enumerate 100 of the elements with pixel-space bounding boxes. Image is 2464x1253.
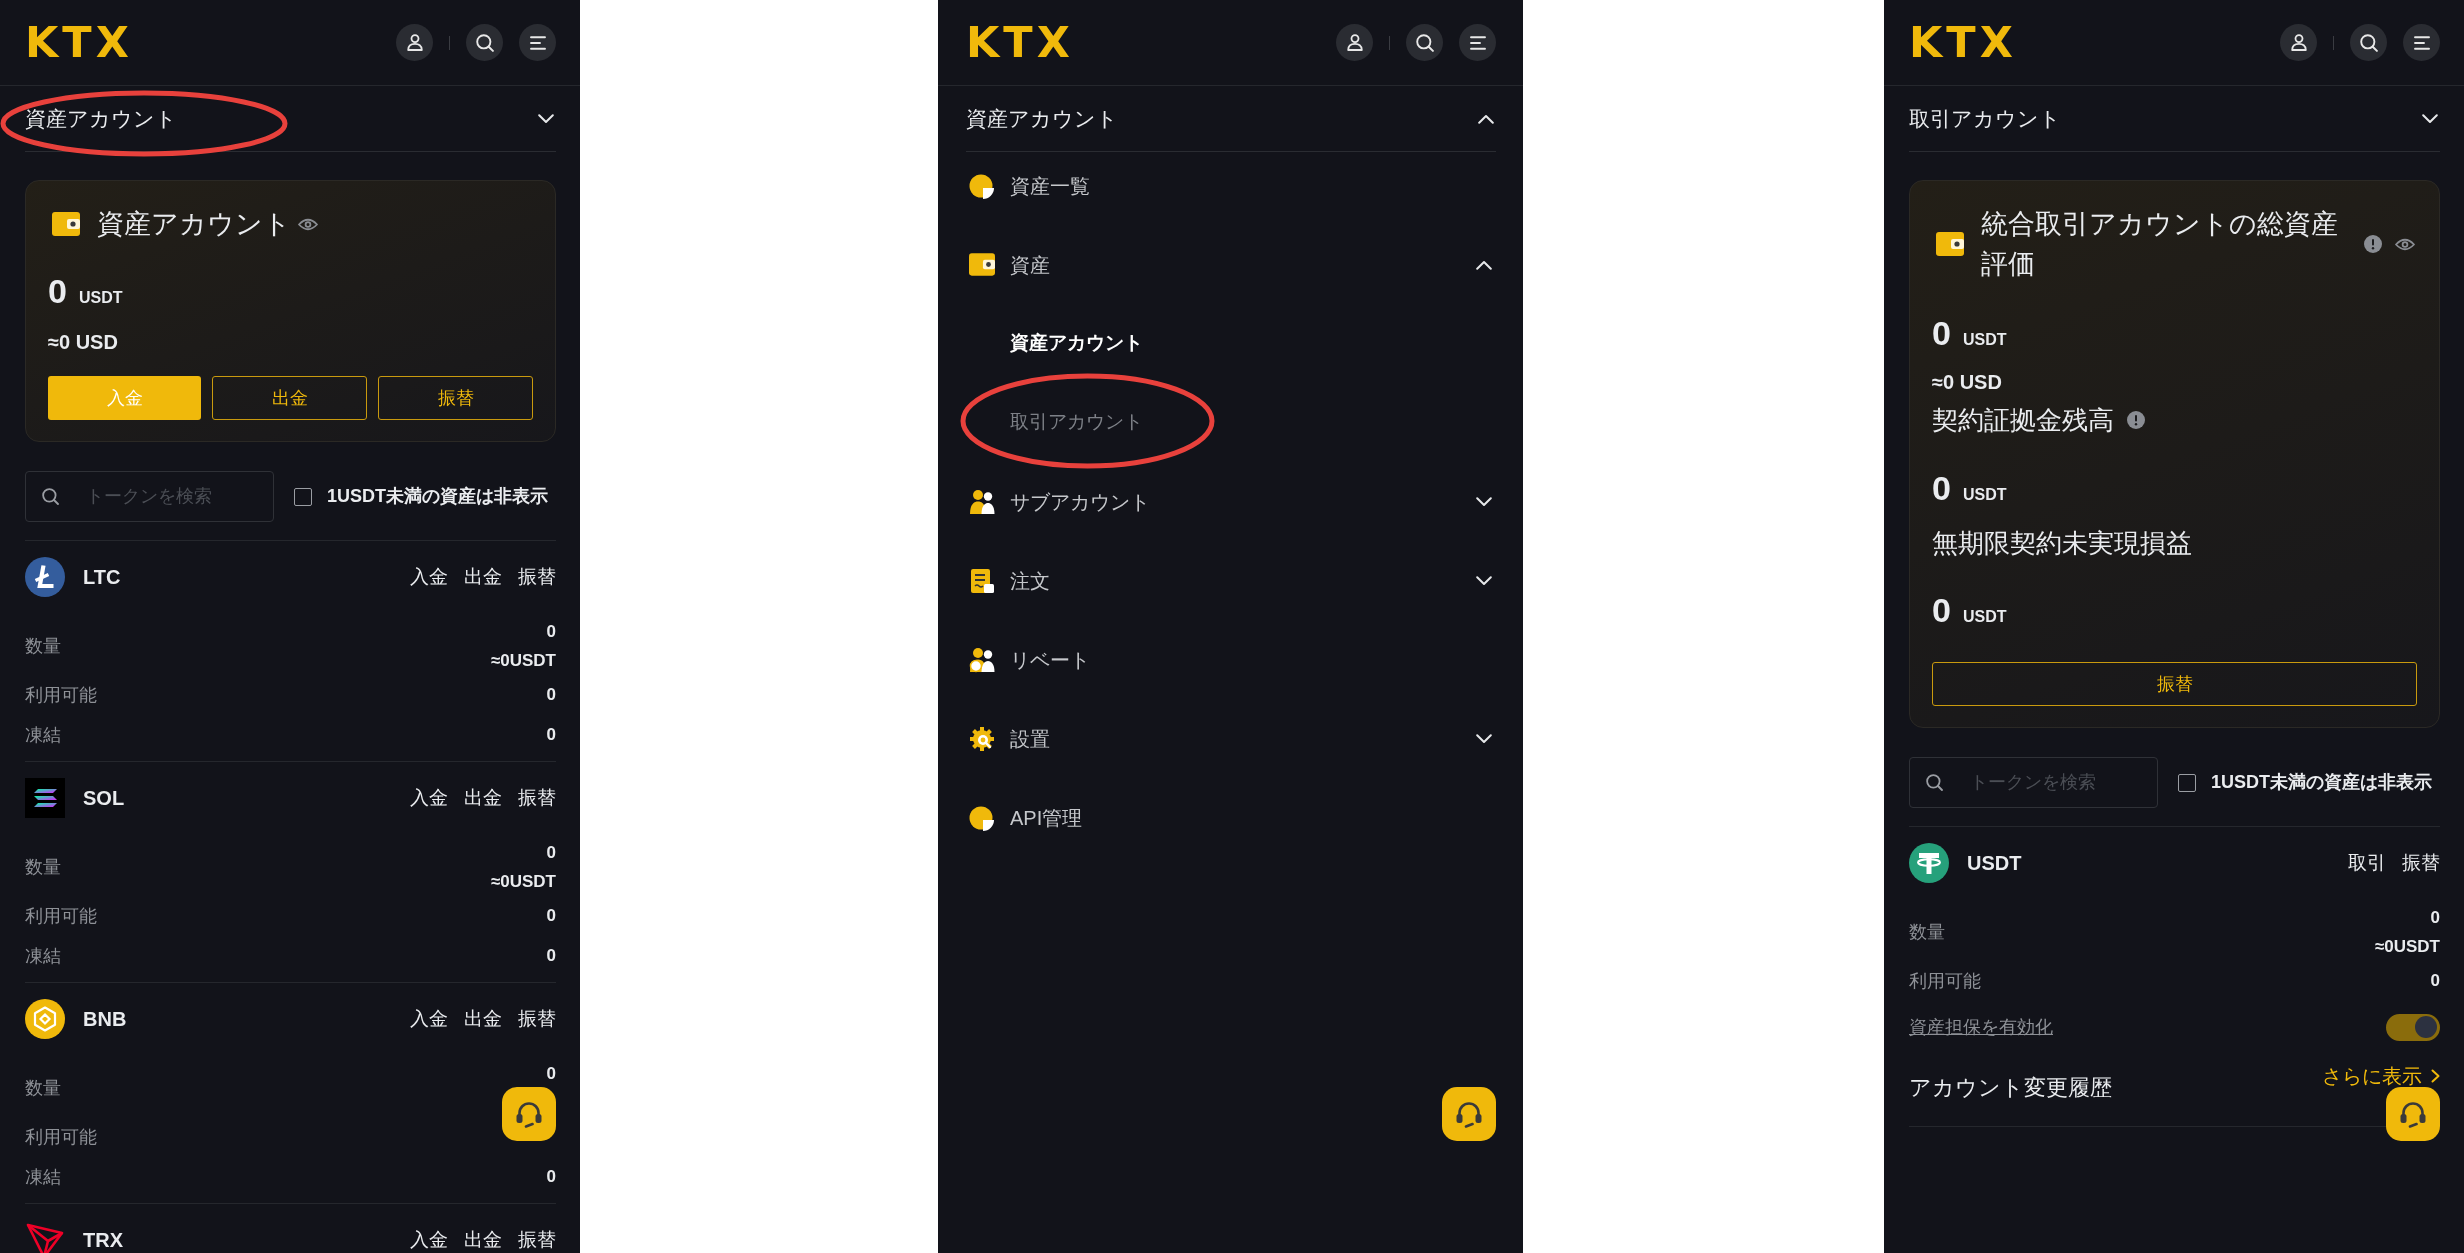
- asset-action-link[interactable]: 取引: [2348, 848, 2386, 878]
- ktx-logo[interactable]: KTX: [966, 21, 1074, 64]
- row-value: ≈0USDT: [2374, 936, 2440, 958]
- ktx-logo[interactable]: KTX: [25, 21, 133, 64]
- asset-action-link[interactable]: 出金: [464, 562, 502, 592]
- ktx-logo[interactable]: KTX: [1909, 21, 2017, 64]
- asset-action-link[interactable]: 振替: [2402, 848, 2440, 878]
- card-title: 資産アカウント: [97, 210, 291, 238]
- menu-item[interactable]: サブアカウント: [966, 462, 1496, 541]
- profile-button[interactable]: [1336, 24, 1373, 61]
- menu-icon: [529, 35, 546, 50]
- support-button[interactable]: [2386, 1087, 2440, 1141]
- profile-button[interactable]: [2280, 24, 2317, 61]
- toggle-switch[interactable]: [2386, 1013, 2440, 1041]
- pie-chart-icon: [968, 172, 995, 199]
- balance-amount: 0: [48, 272, 67, 310]
- account-dropdown[interactable]: 取引アカウント: [1909, 86, 2440, 152]
- eye-icon[interactable]: [2395, 237, 2415, 251]
- row-label: 利用可能: [1909, 969, 1981, 993]
- row-label: 凍結: [25, 723, 61, 747]
- row-label: 利用可能: [25, 904, 97, 928]
- checkbox[interactable]: [294, 487, 312, 506]
- asset-action-link[interactable]: 入金: [410, 1004, 448, 1034]
- profile-button[interactable]: [396, 24, 433, 61]
- search-button[interactable]: [1406, 24, 1443, 61]
- search-icon: [1415, 33, 1434, 52]
- search-icon: [2359, 33, 2378, 52]
- checkbox-label: 1USDT未満の資産は非表示: [327, 485, 548, 508]
- outline-button[interactable]: 出金: [212, 376, 367, 420]
- outline-button[interactable]: 振替: [1932, 662, 2417, 706]
- row-value: 0: [546, 724, 556, 747]
- row-value: ≈0USDT: [490, 650, 556, 672]
- row-label: 数量: [25, 1076, 61, 1100]
- row-label: 数量: [25, 634, 61, 658]
- row-label: 利用可能: [25, 683, 97, 707]
- usd-value: ≈0 USD: [48, 330, 119, 355]
- headset-icon: [2398, 1100, 2428, 1128]
- search-field[interactable]: トークンを検索: [25, 471, 274, 522]
- info-icon[interactable]: [2364, 235, 2382, 253]
- outline-button[interactable]: 振替: [378, 376, 533, 420]
- card-title: 統合取引アカウントの総資産評価: [1981, 208, 2339, 281]
- menu-item[interactable]: 資産: [966, 225, 1496, 304]
- asset-action-link[interactable]: 振替: [518, 562, 556, 592]
- coin-symbol: TRX: [83, 1228, 123, 1253]
- asset-action-link[interactable]: 振替: [518, 783, 556, 813]
- usd-value: ≈0 USD: [1932, 370, 2003, 395]
- checkbox-label: 1USDT未満の資産は非表示: [2211, 771, 2432, 794]
- chevron-right-icon: [2431, 1069, 2440, 1083]
- checkbox[interactable]: [2178, 773, 2196, 792]
- menu-button[interactable]: [1459, 24, 1496, 61]
- bnb-icon: [25, 999, 65, 1039]
- balance-unit: USDT: [1962, 607, 2007, 627]
- user-icon: [2290, 34, 2307, 51]
- submenu-item[interactable]: 資産アカウント: [966, 304, 1496, 383]
- asset-action-link[interactable]: 出金: [464, 1225, 502, 1253]
- row-value: 0: [546, 1063, 556, 1085]
- support-button[interactable]: [1442, 1087, 1496, 1141]
- row-label: 数量: [25, 855, 61, 879]
- account-dropdown[interactable]: 資産アカウント: [966, 86, 1496, 152]
- balance-amount: 0: [1932, 314, 1951, 352]
- eye-icon[interactable]: [298, 217, 318, 231]
- search-icon: [475, 33, 494, 52]
- balance-unit: USDT: [1962, 485, 2007, 505]
- search-button[interactable]: [2350, 24, 2387, 61]
- row-label: 数量: [1909, 920, 1945, 944]
- menu-button[interactable]: [519, 24, 556, 61]
- menu-item[interactable]: 設置: [966, 699, 1496, 778]
- asset-action-link[interactable]: 出金: [464, 783, 502, 813]
- coin-symbol: USDT: [1967, 851, 2022, 876]
- menu-item[interactable]: 注文: [966, 541, 1496, 620]
- asset-action-link[interactable]: 振替: [518, 1004, 556, 1034]
- menu-icon: [2413, 35, 2430, 50]
- menu-item[interactable]: API管理: [966, 778, 1496, 857]
- search-icon: [1926, 774, 1943, 791]
- row-value: 0: [546, 905, 556, 928]
- row-value: 0: [546, 1166, 556, 1189]
- search-button[interactable]: [466, 24, 503, 61]
- asset-action-link[interactable]: 入金: [410, 783, 448, 813]
- section-label: 契約証拠金残高: [1932, 404, 2114, 437]
- menu-button[interactable]: [2403, 24, 2440, 61]
- row-value: 0: [546, 842, 556, 864]
- menu-item[interactable]: リベート: [966, 620, 1496, 699]
- account-dropdown[interactable]: 資産アカウント: [25, 86, 556, 152]
- asset-action-link[interactable]: 出金: [464, 1004, 502, 1034]
- headset-icon: [514, 1100, 544, 1128]
- asset-action-link[interactable]: 入金: [410, 562, 448, 592]
- show-more-link[interactable]: さらに表示: [2322, 1064, 2440, 1088]
- row-label: 凍結: [25, 1165, 61, 1189]
- asset-action-link[interactable]: 振替: [518, 1225, 556, 1253]
- row-value: 0: [546, 621, 556, 643]
- submenu-item[interactable]: 取引アカウント: [966, 383, 1496, 462]
- row-label: 利用可能: [25, 1125, 97, 1149]
- info-icon[interactable]: [2127, 411, 2145, 429]
- document-icon: [968, 567, 995, 594]
- support-button[interactable]: [502, 1087, 556, 1141]
- collateral-link[interactable]: 資産担保を有効化: [1909, 1013, 2053, 1041]
- user-icon: [1346, 34, 1363, 51]
- search-field[interactable]: トークンを検索: [1909, 757, 2158, 808]
- balance-amount: 0: [1932, 469, 1951, 507]
- asset-action-link[interactable]: 入金: [410, 1225, 448, 1253]
